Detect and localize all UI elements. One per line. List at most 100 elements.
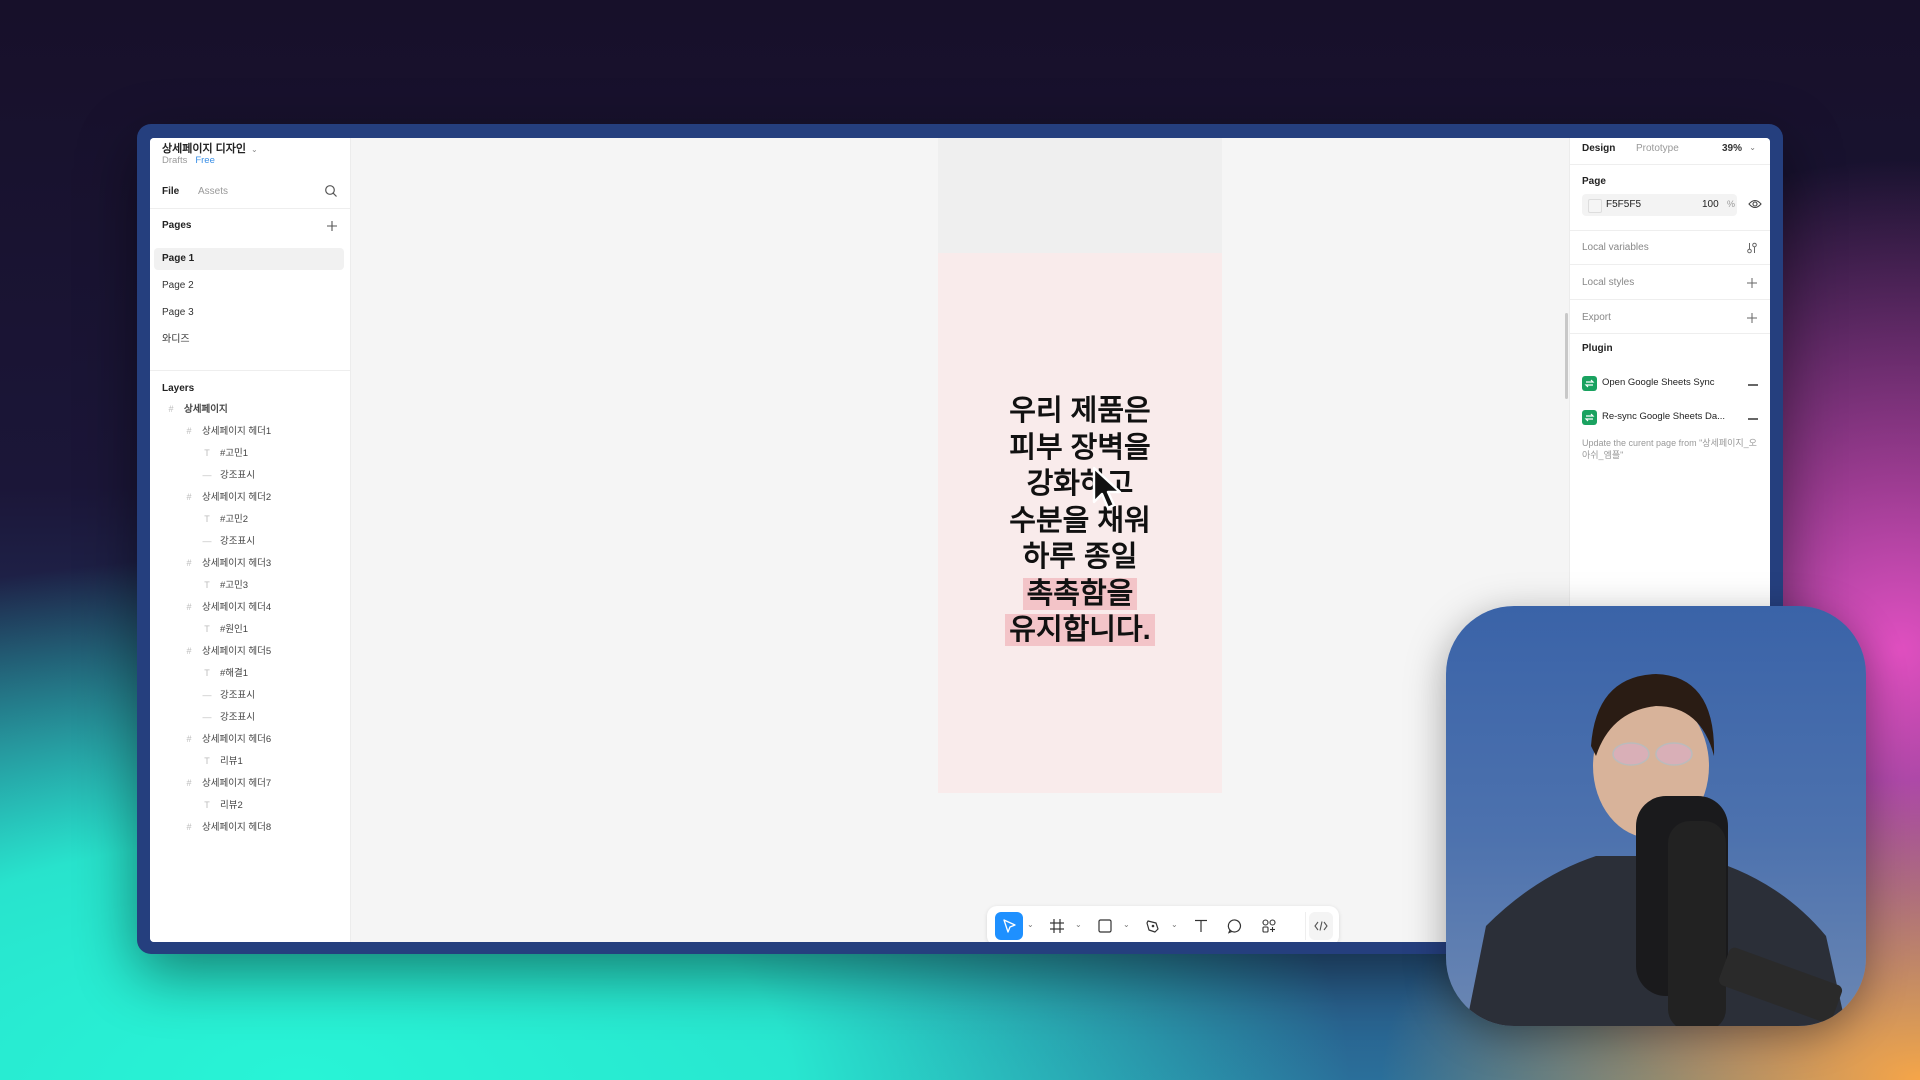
line-icon: — [202,536,212,546]
layer-item[interactable]: # 상세페이지 [166,400,228,418]
shape-tool-chevron-icon[interactable]: ⌄ [1123,920,1130,929]
layer-item[interactable]: T #고민3 [202,576,248,594]
layers-header: Layers [162,383,195,394]
headline-line: 촉촉함을 [938,576,1222,613]
page-item-page-1[interactable]: Page 1 [154,248,344,270]
frame-tool-chevron-icon[interactable]: ⌄ [1075,920,1082,929]
file-title-menu[interactable]: 상세페이지 디자인 ⌄ [162,140,258,156]
headline-text[interactable]: 우리 제품은 피부 장벽을 강화하고 수분을 채워 하루 종일 촉촉함을 유지합니다. [938,393,1222,649]
plugin-label: Re-sync Google Sheets Da... [1602,411,1726,422]
highlighted-text: 유지합니다. [1005,614,1155,646]
page-opacity-value[interactable]: 100 [1702,199,1719,210]
variables-sliders-icon[interactable] [1746,242,1758,254]
layer-item[interactable]: # 상세페이지 헤더7 [184,774,271,792]
local-variables-label[interactable]: Local variables [1582,242,1649,253]
layer-item[interactable]: T 리뷰1 [202,752,243,770]
frame-above[interactable] [938,138,1222,253]
webcam-overlay [1446,606,1866,1026]
frame-icon: # [186,492,192,502]
text-icon: T [204,756,210,766]
move-tool-button[interactable] [995,912,1023,940]
layer-item[interactable]: # 상세페이지 헤더4 [184,598,271,616]
page-color-hex[interactable]: F5F5F5 [1606,199,1641,210]
plugin-open-google-sheets-sync[interactable]: Open Google Sheets Sync [1582,376,1732,392]
search-icon[interactable] [324,184,338,198]
divider [150,370,350,371]
add-export-icon[interactable] [1746,312,1758,324]
divider [1570,164,1770,165]
canvas[interactable]: 우리 제품은 피부 장벽을 강화하고 수분을 채워 하루 종일 촉촉함을 유지합니다. ⌄ … [351,138,1570,942]
page-item-page-2[interactable]: Page 2 [154,275,344,297]
page-color-field[interactable]: F5F5F5 100 % [1582,194,1737,216]
frame-icon: # [186,734,192,744]
remove-plugin-icon[interactable] [1748,418,1758,420]
page-item-wadiz[interactable]: 와디즈 [154,329,344,351]
layer-label: 상세페이지 헤더1 [202,426,272,437]
layer-label: 리뷰1 [220,756,243,767]
layer-item[interactable]: T #고민2 [202,510,248,528]
comment-tool-button[interactable] [1221,912,1249,940]
layer-label: 상세페이지 헤더3 [202,558,272,569]
layer-item[interactable]: # 상세페이지 헤더2 [184,488,271,506]
canvas-scrollbar[interactable] [1565,313,1568,399]
mouse-cursor-icon [1092,466,1122,510]
layer-item[interactable]: T #해결1 [202,664,248,682]
headline-line: 강화하고 [938,466,1222,503]
layer-label: 상세페이지 헤더4 [202,602,272,613]
frame-tool-button[interactable] [1043,912,1071,940]
layer-item[interactable]: — 강조표시 [202,686,255,704]
actions-tool-button[interactable] [1255,912,1283,940]
eye-visibility-icon[interactable] [1748,198,1762,210]
tab-assets[interactable]: Assets [198,186,228,197]
text-icon: T [204,580,210,590]
plugin-resync-google-sheets[interactable]: Re-sync Google Sheets Da... [1582,410,1732,426]
add-style-icon[interactable] [1746,277,1758,289]
layer-item[interactable]: # 상세페이지 헤더5 [184,642,271,660]
layer-item[interactable]: — 강조표시 [202,466,255,484]
rectangle-icon [1098,919,1112,933]
headline-line-text: 피부 장벽을 [1009,431,1151,464]
local-styles-label[interactable]: Local styles [1582,277,1634,288]
add-page-icon[interactable] [326,220,338,232]
page-section-header: Page [1582,176,1606,187]
dev-mode-toggle[interactable] [1309,912,1333,940]
tab-prototype[interactable]: Prototype [1636,143,1679,154]
layer-item[interactable]: T 리뷰2 [202,796,243,814]
layer-item[interactable]: T #원인1 [202,620,248,638]
headline-line: 하루 종일 [938,539,1222,576]
shape-tool-button[interactable] [1091,912,1119,940]
file-location[interactable]: Drafts [162,155,187,166]
move-tool-chevron-icon[interactable]: ⌄ [1027,920,1034,929]
pen-tool-button[interactable] [1139,912,1167,940]
text-icon: T [204,800,210,810]
layer-label: #고민3 [220,580,249,591]
pen-icon [1146,920,1159,933]
export-label[interactable]: Export [1582,312,1611,323]
layer-label: 상세페이지 헤더8 [202,822,272,833]
layer-label: 리뷰2 [220,800,243,811]
zoom-level[interactable]: 39% [1722,143,1742,154]
layer-item[interactable]: # 상세페이지 헤더1 [184,422,271,440]
layer-label: 상세페이지 [184,404,228,415]
plan-badge[interactable]: Free [195,155,215,166]
layer-item[interactable]: T #고민1 [202,444,248,462]
page-color-swatch[interactable] [1588,199,1602,213]
remove-plugin-icon[interactable] [1748,384,1758,386]
frame-icon: # [186,602,192,612]
pen-tool-chevron-icon[interactable]: ⌄ [1171,920,1178,929]
detail-page-frame[interactable]: 우리 제품은 피부 장벽을 강화하고 수분을 채워 하루 종일 촉촉함을 유지합니다. [938,253,1222,793]
tab-design[interactable]: Design [1582,143,1615,154]
file-title: 상세페이지 디자인 [162,143,247,155]
frame-icon: # [186,646,192,656]
layer-item[interactable]: — 강조표시 [202,708,255,726]
zoom-chevron-icon[interactable]: ⌄ [1749,143,1756,152]
tab-file[interactable]: File [162,186,179,197]
layer-item[interactable]: # 상세페이지 헤더3 [184,554,271,572]
layer-item[interactable]: — 강조표시 [202,532,255,550]
layer-label: 상세페이지 헤더7 [202,778,272,789]
layer-item[interactable]: # 상세페이지 헤더8 [184,818,271,836]
layer-item[interactable]: # 상세페이지 헤더6 [184,730,271,748]
text-tool-button[interactable] [1187,912,1215,940]
headline-line: 우리 제품은 [938,393,1222,430]
page-item-page-3[interactable]: Page 3 [154,302,344,324]
